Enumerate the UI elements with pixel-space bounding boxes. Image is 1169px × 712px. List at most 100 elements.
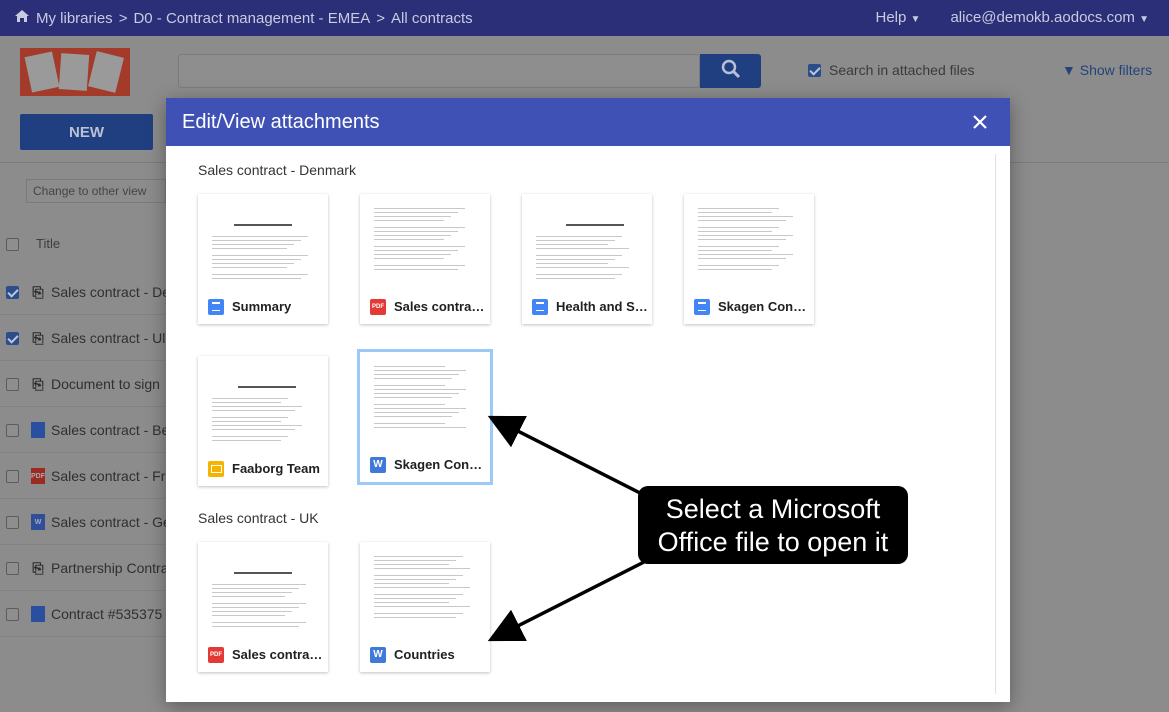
breadcrumb-separator: > <box>376 9 385 27</box>
paperclip-doc-icon: ⎘ <box>32 375 44 392</box>
breadcrumb-view[interactable]: All contracts <box>391 10 473 27</box>
scrollbar-track[interactable] <box>995 154 996 694</box>
pdf-icon: PDF <box>208 646 224 663</box>
pdf-icon: PDF <box>370 298 386 315</box>
row-checkbox[interactable] <box>6 561 19 575</box>
user-menu[interactable]: alice@demokb.aodocs.com ▼ <box>950 9 1149 26</box>
paperclip-doc-icon: ⎘ <box>32 329 44 346</box>
attachment-label: Sales contra… <box>394 299 485 314</box>
row-title[interactable]: Sales contract - Ul <box>51 330 165 346</box>
attachment-label: Countries <box>394 647 455 662</box>
list-row[interactable]: Sales contract - Be <box>0 420 170 440</box>
attachment-thumbnail[interactable] <box>360 542 490 634</box>
change-view-select[interactable]: Change to other view <box>26 179 166 203</box>
attachment-caption[interactable]: Skagen Con… <box>684 289 814 324</box>
list-row[interactable]: ⎘ Partnership Contra <box>0 558 170 578</box>
file-icon <box>31 606 45 622</box>
annotation-callout: Select a Microsoft Office file to open i… <box>638 486 908 564</box>
new-button[interactable]: NEW <box>20 114 153 150</box>
attachment-label: Faaborg Team <box>232 461 320 476</box>
dialog-header: Edit/View attachments <box>166 98 1010 146</box>
breadcrumb-my-libraries[interactable]: My libraries <box>36 10 113 27</box>
attachment-card[interactable]: W Countries <box>360 542 490 672</box>
row-divider <box>0 498 170 499</box>
attachment-thumbnail[interactable] <box>684 194 814 286</box>
attachment-caption[interactable]: W Skagen Con… <box>360 447 490 482</box>
row-checkbox[interactable] <box>6 285 19 299</box>
attachment-caption[interactable]: PDF Sales contra… <box>360 289 490 324</box>
select-all-checkbox[interactable] <box>6 238 19 251</box>
row-title[interactable]: Contract #535375 <box>51 606 162 622</box>
row-checkbox[interactable] <box>6 607 19 621</box>
search-button[interactable] <box>700 54 761 88</box>
callout-line-1: Select a Microsoft <box>665 494 881 524</box>
help-menu[interactable]: Help ▼ <box>876 9 921 26</box>
list-row[interactable]: W Sales contract - Ge <box>0 512 170 532</box>
attachment-card[interactable]: PDF Sales contra… <box>360 194 490 324</box>
attachment-thumbnail[interactable] <box>360 352 490 444</box>
row-title[interactable]: Sales contract - De <box>51 284 170 300</box>
list-row[interactable]: ⎘ Sales contract - De <box>0 282 170 302</box>
list-row[interactable]: ⎘ Document to sign <box>0 374 170 394</box>
title-column-header[interactable]: Title <box>36 236 60 251</box>
attachment-card[interactable]: Skagen Con… <box>684 194 814 324</box>
row-title[interactable]: Sales contract - Be <box>51 422 169 438</box>
section-title-denmark: Sales contract - Denmark <box>198 162 356 178</box>
row-divider <box>0 590 170 591</box>
help-menu-label: Help <box>875 9 907 26</box>
paperclip-doc-icon: ⎘ <box>32 283 44 300</box>
pdf-icon: PDF <box>31 468 45 484</box>
attachment-caption[interactable]: Summary <box>198 289 328 324</box>
home-icon[interactable] <box>14 9 30 27</box>
chevron-down-icon: ▼ <box>1139 14 1149 25</box>
row-title[interactable]: Document to sign <box>51 376 160 392</box>
attachment-thumbnail[interactable] <box>522 194 652 286</box>
search-icon <box>721 59 741 84</box>
attachment-thumbnail[interactable] <box>198 194 328 286</box>
attachment-card[interactable]: Faaborg Team <box>198 356 328 486</box>
row-checkbox[interactable] <box>6 515 19 529</box>
row-checkbox[interactable] <box>6 331 19 345</box>
attachment-card[interactable]: W Skagen Con… <box>360 352 490 482</box>
row-divider <box>0 452 170 453</box>
search-in-attached-toggle[interactable]: Search in attached files <box>808 62 975 78</box>
callout-line-2: Office file to open it <box>657 527 889 557</box>
chevron-down-icon: ▼ <box>910 14 921 25</box>
user-menu-label: alice@demokb.aodocs.com <box>950 9 1135 26</box>
attachment-thumbnail[interactable] <box>198 356 328 448</box>
attachment-card[interactable]: Health and S… <box>522 194 652 324</box>
attachment-caption[interactable]: Health and S… <box>522 289 652 324</box>
section-title-uk: Sales contract - UK <box>198 510 319 526</box>
list-row[interactable]: Contract #535375 <box>0 604 170 624</box>
attachment-caption[interactable]: W Countries <box>360 637 490 672</box>
row-checkbox[interactable] <box>6 423 19 437</box>
attachment-thumbnail[interactable] <box>198 542 328 634</box>
search-input[interactable] <box>178 54 700 88</box>
row-checkbox[interactable] <box>6 469 19 483</box>
attachment-card[interactable]: Summary <box>198 194 328 324</box>
row-divider <box>0 406 170 407</box>
row-title[interactable]: Sales contract - Ge <box>51 514 170 530</box>
close-icon[interactable] <box>968 110 992 134</box>
word-icon: W <box>370 646 386 663</box>
list-row[interactable]: ⎘ Sales contract - Ul <box>0 328 170 348</box>
dialog-title: Edit/View attachments <box>182 110 380 133</box>
search-in-attached-checkbox[interactable] <box>808 63 821 77</box>
top-navigation-bar: My libraries > D0 - Contract management … <box>0 0 1169 36</box>
search-in-attached-label: Search in attached files <box>829 62 975 78</box>
attachment-card[interactable]: PDF Sales contra… <box>198 542 328 672</box>
attachment-label: Skagen Con… <box>718 299 807 314</box>
breadcrumb-library[interactable]: D0 - Contract management - EMEA <box>133 10 370 27</box>
gdoc-icon <box>31 422 45 438</box>
show-filters-link[interactable]: ▼ Show filters <box>1062 62 1152 78</box>
google-slides-icon <box>208 460 224 477</box>
row-title[interactable]: Sales contract - Fra <box>51 468 170 484</box>
attachment-label: Skagen Con… <box>394 457 483 472</box>
row-checkbox[interactable] <box>6 377 19 391</box>
attachment-thumbnail[interactable] <box>360 194 490 286</box>
attachment-caption[interactable]: PDF Sales contra… <box>198 637 328 672</box>
attachment-caption[interactable]: Faaborg Team <box>198 451 328 486</box>
row-title[interactable]: Partnership Contra <box>51 560 169 576</box>
word-icon: W <box>370 456 386 473</box>
list-row[interactable]: PDF Sales contract - Fra <box>0 466 170 486</box>
